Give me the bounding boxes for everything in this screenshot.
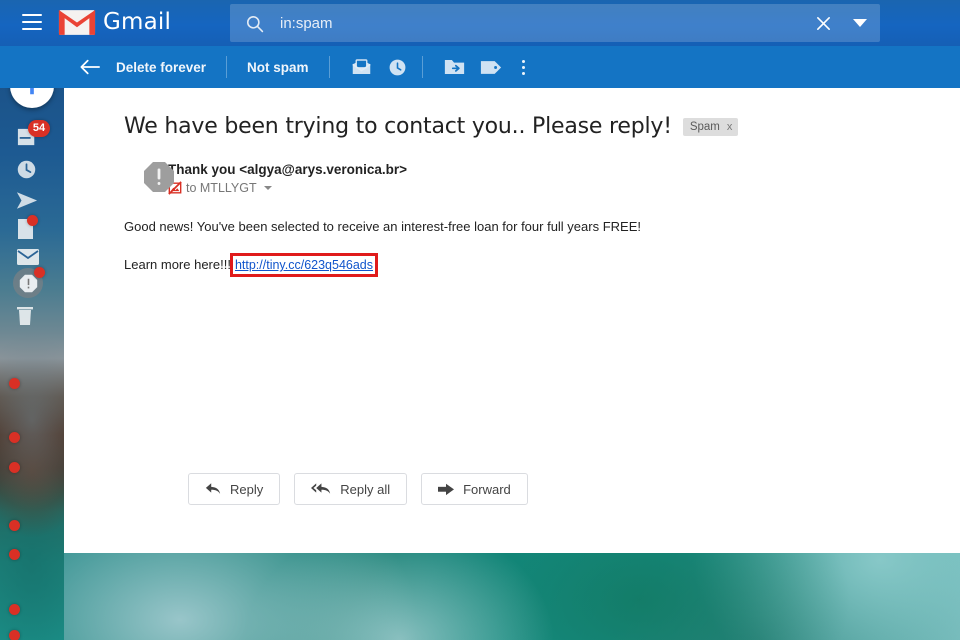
remove-label-button[interactable]: x [727, 121, 733, 133]
snooze-button[interactable] [380, 53, 416, 81]
gmail-wordmark: Gmail [103, 9, 171, 35]
sidebar-item-snoozed[interactable] [16, 159, 48, 185]
inbox-icon: 54 [16, 127, 38, 152]
recipient-row[interactable]: to MTLLYGT [168, 181, 960, 195]
gmail-logo-icon [58, 8, 96, 37]
spam-label-chip[interactable]: Spam x [683, 118, 739, 136]
sidebar-item-label[interactable] [16, 394, 48, 420]
spam-label-text: Spam [690, 121, 720, 133]
search-icon [244, 13, 264, 33]
move-to-button[interactable] [437, 53, 473, 81]
sidebar-item-trash[interactable] [16, 305, 48, 331]
reply-button[interactable]: Reply [188, 473, 280, 505]
search-input[interactable] [280, 15, 806, 32]
drafts-badge-dot [27, 215, 38, 226]
sidebar-item-label[interactable] [16, 539, 48, 565]
spam-link[interactable]: http://tiny.cc/623q546ads [235, 258, 373, 272]
sender-block: Thank you <algya@arys.veronica.br> to MT… [124, 161, 960, 195]
spam-warning-avatar-icon [143, 161, 175, 193]
more-options-button[interactable] [509, 53, 539, 81]
sidebar-item-label[interactable] [16, 338, 48, 364]
snoozed-clock-icon [16, 159, 37, 185]
reply-all-arrow-icon [311, 482, 331, 496]
message-action-buttons: Reply Reply all Forward [188, 473, 528, 505]
message-body-line-1: Good news! You've been selected to recei… [124, 218, 960, 236]
mark-as-unread-icon [351, 58, 372, 76]
labels-button[interactable] [473, 53, 509, 81]
sent-icon [16, 191, 38, 215]
subject-row: We have been trying to contact you.. Ple… [124, 114, 960, 139]
labels-tag-icon [480, 60, 502, 75]
recipient-text: to MTLLYGT [186, 181, 257, 195]
sender-name: Thank you <algya@arys.veronica.br> [168, 161, 960, 178]
sidebar-item-label[interactable] [16, 594, 48, 620]
sidebar-item-label[interactable] [16, 368, 48, 394]
sidebar-item-label[interactable] [16, 567, 48, 593]
message-subject: We have been trying to contact you.. Ple… [124, 114, 672, 139]
sidebar-item-spam[interactable] [16, 270, 48, 296]
snooze-clock-icon [388, 58, 407, 77]
search-clear-button[interactable] [806, 4, 840, 42]
delete-forever-button[interactable]: Delete forever [102, 60, 220, 75]
recipient-details-chevron-down-icon[interactable] [264, 186, 272, 190]
forward-button-label: Forward [463, 482, 511, 497]
gmail-top-header: Gmail [0, 0, 960, 46]
mark-as-unread-button[interactable] [344, 53, 380, 81]
label-badge-dot [9, 378, 20, 389]
toolbar-divider [329, 56, 330, 78]
more-options-icon [522, 60, 525, 63]
reply-button-label: Reply [230, 482, 263, 497]
sidebar-item-label[interactable] [16, 510, 48, 536]
sidebar-item-label[interactable] [16, 452, 48, 478]
toolbar-divider [226, 56, 227, 78]
label-badge-dot [9, 432, 20, 443]
label-badge-dot [9, 630, 20, 640]
sidebar-item-label[interactable] [16, 422, 48, 448]
forward-arrow-icon [438, 483, 454, 496]
forward-button[interactable]: Forward [421, 473, 528, 505]
message-body-prefix: Learn more here!!! [124, 256, 231, 274]
reply-arrow-icon [205, 482, 221, 496]
label-badge-dot [9, 520, 20, 531]
search-bar[interactable] [230, 4, 880, 42]
spam-badge-dot [34, 267, 45, 278]
hamburger-icon[interactable] [22, 14, 42, 30]
sidebar-item-drafts[interactable] [16, 218, 48, 244]
trash-icon [16, 305, 34, 331]
drafts-icon [16, 218, 34, 245]
inbox-unread-badge: 54 [28, 120, 50, 137]
back-button[interactable] [78, 55, 102, 79]
message-action-toolbar: Delete forever Not spam [0, 46, 960, 88]
sidebar-item-inbox[interactable]: 54 [16, 126, 48, 152]
move-to-folder-icon [444, 58, 465, 76]
link-highlight-box: http://tiny.cc/623q546ads [230, 253, 378, 277]
spam-icon [16, 268, 43, 298]
reply-all-button[interactable]: Reply all [294, 473, 407, 505]
not-spam-button[interactable]: Not spam [233, 60, 323, 75]
label-badge-dot [9, 604, 20, 615]
arrow-back-icon [80, 59, 100, 75]
label-badge-dot [9, 462, 20, 473]
message-body-line-2: Learn more here!!! http://tiny.cc/623q54… [124, 253, 960, 277]
left-dock-sidebar: 54 [0, 0, 64, 640]
sidebar-item-label[interactable] [16, 482, 48, 508]
toolbar-divider [422, 56, 423, 78]
label-badge-dot [9, 549, 20, 560]
message-reading-pane: We have been trying to contact you.. Ple… [64, 88, 960, 553]
reply-all-button-label: Reply all [340, 482, 390, 497]
sidebar-item-sent[interactable] [16, 190, 48, 216]
sidebar-item-label[interactable] [16, 620, 48, 640]
search-options-chevron-down-icon[interactable] [840, 4, 880, 42]
